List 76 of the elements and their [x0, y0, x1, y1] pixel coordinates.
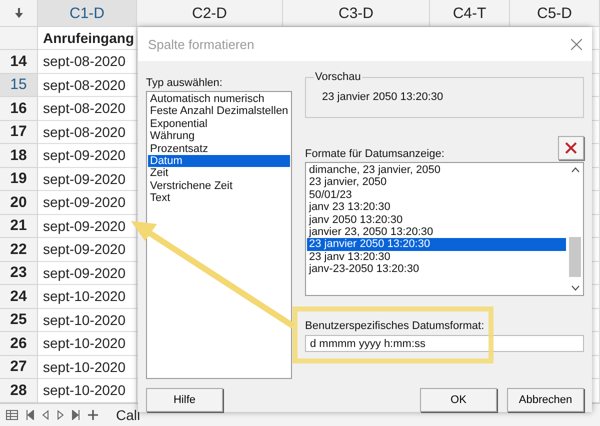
table-cell: sept-08-2020	[38, 97, 137, 120]
row-header[interactable]: 28	[0, 379, 38, 402]
table-cell: sept-09-2020	[38, 191, 137, 214]
row-header[interactable]: 16	[0, 97, 38, 120]
last-icon[interactable]	[72, 410, 80, 420]
list-item[interactable]: janv 2050 13:20:30	[307, 214, 566, 226]
table-cell: sept-10-2020	[38, 308, 137, 332]
dialog-title: Spalte formatieren	[148, 36, 254, 52]
close-icon[interactable]	[571, 38, 582, 50]
column-header[interactable]: C2-D	[137, 0, 283, 27]
dialog-button[interactable]: OK	[420, 388, 497, 412]
list-item[interactable]: janvier 23, 2050 13:20:30	[307, 226, 566, 238]
table-cell: sept-08-2020	[38, 120, 137, 144]
row-header[interactable]: 25	[0, 308, 38, 332]
list-item[interactable]: Zeit	[148, 167, 290, 180]
column-header[interactable]: C3-D	[283, 0, 430, 27]
dialog-button[interactable]: Hilfe	[146, 388, 223, 412]
list-item[interactable]: 50/01/23	[307, 188, 566, 202]
list-item[interactable]: Prozentsatz	[148, 142, 290, 156]
row-header[interactable]: 14	[0, 50, 38, 74]
column-header[interactable]: C5-D	[510, 0, 600, 27]
list-item[interactable]: 23 janvier, 2050	[307, 176, 566, 189]
sheet-tab[interactable]: Call	[116, 407, 140, 423]
preview-text: 23 janvier 2050 13:20:30	[321, 91, 444, 103]
row-header[interactable]: 15	[0, 74, 38, 97]
row-header[interactable]: 19	[0, 168, 38, 191]
scroll-down-icon[interactable]	[570, 285, 580, 291]
list-item[interactable]: Feste Anzahl Dezimalstellen	[148, 105, 290, 118]
row-header[interactable]: 17	[0, 120, 38, 144]
column-header[interactable]: C1-D	[38, 0, 137, 27]
next-icon[interactable]	[57, 410, 64, 420]
row-header[interactable]: 22	[0, 238, 38, 262]
dialog-button[interactable]: Abbrechen	[507, 388, 584, 412]
delete-button[interactable]	[558, 136, 584, 160]
table-cell: sept-09-2020	[38, 238, 137, 262]
row-header[interactable]: 20	[0, 191, 38, 214]
add-icon[interactable]	[88, 410, 98, 420]
list-item[interactable]: janv 23 13:20:30	[307, 201, 566, 214]
row-header[interactable]: 24	[0, 285, 38, 308]
table-cell: sept-10-2020	[38, 285, 137, 308]
list-item[interactable]: Automatisch numerisch	[148, 93, 290, 106]
table-cell: Anrufeingang	[38, 27, 137, 50]
preview-legend: Vorschau	[314, 71, 362, 83]
list-item[interactable]: Verstrichene Zeit	[148, 180, 290, 192]
table-cell: sept-09-2020	[38, 168, 137, 191]
scroll-up-icon[interactable]	[570, 167, 580, 173]
list-item[interactable]: Text	[148, 192, 290, 205]
type-label: Typ auswählen:	[146, 77, 224, 89]
list-item[interactable]: Datum	[148, 155, 290, 168]
row-header[interactable]: 23	[0, 262, 38, 285]
table-cell: sept-09-2020	[38, 262, 137, 285]
previous-icon[interactable]	[42, 410, 49, 420]
table-cell: sept-08-2020	[38, 50, 137, 74]
row-header[interactable]: 18	[0, 144, 38, 168]
first-icon[interactable]	[26, 410, 34, 420]
custom-format-field[interactable]: d mmmm yyyy h:mm:ss	[305, 335, 584, 352]
column-header[interactable]: C4-T	[430, 0, 510, 27]
table-cell: sept-09-2020	[38, 144, 137, 168]
custom-format-label: Benutzerspezifisches Datumsformat:	[305, 320, 486, 332]
table-cell: sept-08-2020	[38, 74, 137, 97]
list-item[interactable]: janv-23-2050 13:20:30	[307, 263, 566, 276]
scroll-thumb[interactable]	[569, 237, 581, 277]
list-item[interactable]: 23 janv 13:20:30	[307, 250, 566, 264]
list-item[interactable]: Exponential	[148, 118, 290, 130]
row-header[interactable]: 21	[0, 214, 38, 238]
table-cell: sept-10-2020	[38, 356, 137, 379]
row-header[interactable]: 26	[0, 332, 38, 356]
table-cell: sept-10-2020	[38, 332, 137, 356]
formats-label: Formate für Datumsanzeige:	[305, 148, 444, 160]
row-header[interactable]: 27	[0, 356, 38, 379]
list-item[interactable]: dimanche, 23 janvier, 2050	[307, 164, 566, 176]
list-item[interactable]: 23 janvier 2050 13:20:30	[307, 238, 566, 251]
down-arrow-icon[interactable]	[14, 8, 22, 18]
list-item[interactable]: Währung	[148, 130, 290, 143]
delete-icon	[565, 142, 577, 154]
grid-icon[interactable]	[6, 410, 18, 420]
